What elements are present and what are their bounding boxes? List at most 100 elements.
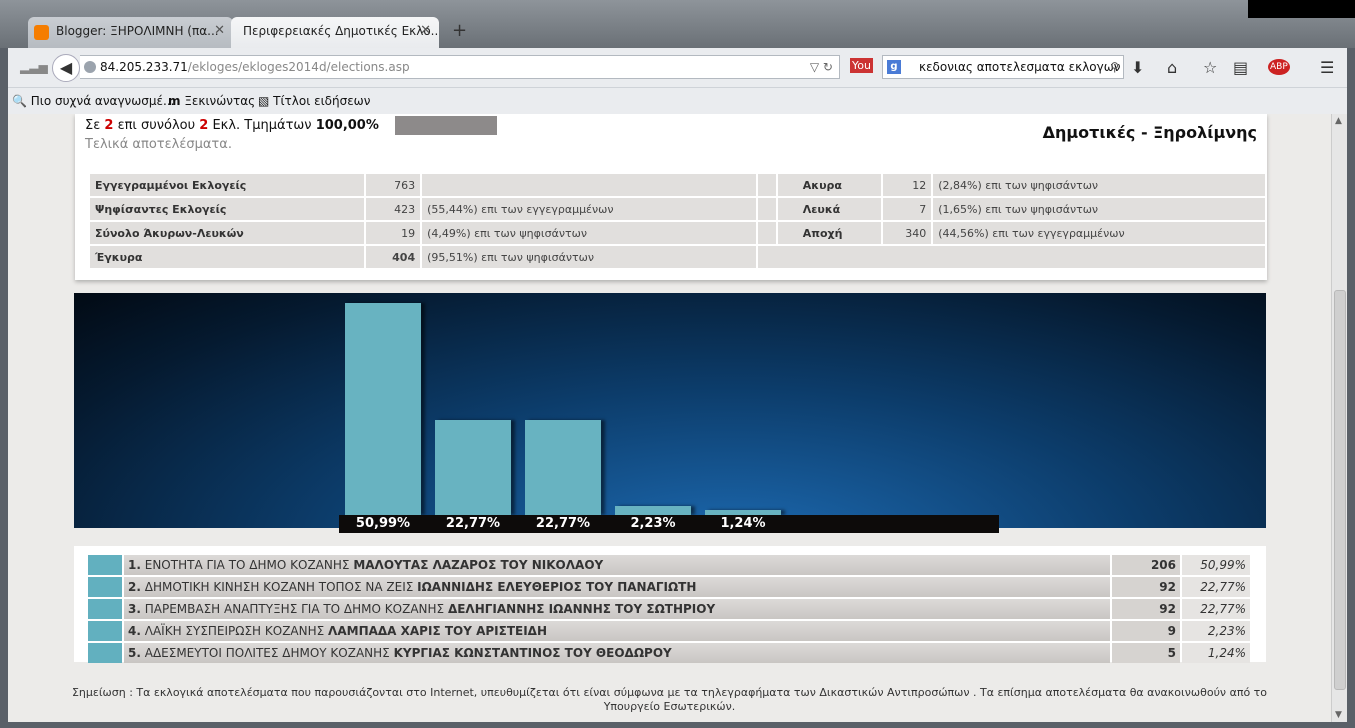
reload-icon[interactable]: ▽ ↻ bbox=[810, 56, 833, 78]
tab-strip: Blogger: ΞΗΡΟΛΙΜΝΗ (πα... ✕ Περιφερειακέ… bbox=[0, 0, 1355, 48]
chart-bar bbox=[525, 420, 601, 515]
color-swatch bbox=[88, 643, 122, 663]
chart-bar bbox=[345, 303, 421, 515]
stat-pct: (95,51%) επι των ψηφισάντων bbox=[422, 246, 756, 268]
youtube-icon[interactable]: You bbox=[850, 58, 873, 73]
google-icon: g bbox=[887, 60, 901, 74]
bar-value-label: 50,99% bbox=[355, 516, 411, 531]
tab-elections[interactable]: Περιφερειακές Δημοτικές Εκλο... ✕ bbox=[231, 17, 439, 48]
stat-label: Σύνολο Άκυρων-Λευκών bbox=[90, 222, 365, 244]
search-text: κεδονιας αποτελεσματα εκλογων bbox=[919, 60, 1121, 74]
party-name: ΕΝΟΤΗΤΑ ΓΙΑ ΤΟ ΔΗΜΟ ΚΟΖΑΝΗΣ bbox=[144, 558, 350, 572]
close-tab-icon[interactable]: ✕ bbox=[420, 23, 431, 38]
tab-title: Blogger: ΞΗΡΟΛΙΜΝΗ (πα... bbox=[56, 24, 219, 38]
bookmark-headlines[interactable]: ▧ Τίτλοι ειδήσεων bbox=[258, 94, 370, 108]
stat-label: Έγκυρα bbox=[90, 246, 365, 268]
stat-value: 7 bbox=[883, 198, 932, 220]
bookmark-label: Πιο συχνά αναγνωσμέ... bbox=[30, 94, 175, 108]
candidate-cell: 5. ΑΔΕΣΜΕΥΤΟΙ ΠΟΛΙΤΕΣ ΔΗΜΟΥ ΚΟΖΑΝΗΣ ΚΥΡΓ… bbox=[124, 643, 1110, 663]
tab-title: Περιφερειακές Δημοτικές Εκλο... bbox=[243, 24, 439, 38]
votes: 9 bbox=[1112, 621, 1180, 641]
bar-value-label: 22,77% bbox=[535, 516, 591, 531]
tab-blogger[interactable]: Blogger: ΞΗΡΟΛΙΜΝΗ (πα... ✕ bbox=[28, 17, 233, 48]
results-panel: 1. ΕΝΟΤΗΤΑ ΓΙΑ ΤΟ ΔΗΜΟ ΚΟΖΑΝΗΣ ΜΑΛΟΥΤΑΣ … bbox=[74, 546, 1266, 663]
candidate-cell: 1. ΕΝΟΤΗΤΑ ΓΙΑ ΤΟ ΔΗΜΟ ΚΟΖΑΝΗΣ ΜΑΛΟΥΤΑΣ … bbox=[124, 555, 1110, 575]
navigation-toolbar: ▂▃▅ ◀ 84.205.233.71/ekloges/ekloges2014d… bbox=[8, 48, 1347, 88]
chart-bar bbox=[435, 420, 511, 515]
stat-pct: (55,44%) επι των εγγεγραμμένων bbox=[422, 198, 756, 220]
count-percent: 100,00% bbox=[315, 118, 379, 133]
candidate-name: ΛΑΜΠΑΔΑ ΧΑΡΙΣ ΤΟΥ ΑΡΙΣΤΕΙΔΗ bbox=[328, 624, 547, 638]
summary-panel: Σε 2 επι συνόλου 2 Εκλ. Τμημάτων 100,00%… bbox=[75, 114, 1267, 280]
result-row: 1. ΕΝΟΤΗΤΑ ΓΙΑ ΤΟ ΔΗΜΟ ΚΟΖΑΝΗΣ ΜΑΛΟΥΤΑΣ … bbox=[88, 555, 1250, 575]
candidate-cell: 4. ΛΑΪΚΗ ΣΥΣΠΕΙΡΩΣΗ ΚΟΖΑΝΗΣ ΛΑΜΠΑΔΑ ΧΑΡΙ… bbox=[124, 621, 1110, 641]
counted-sections: 2 bbox=[104, 118, 114, 133]
back-button[interactable]: ◀ bbox=[52, 54, 80, 82]
search-input[interactable]: g κεδονιας αποτελεσματα εκλογων ⚲ bbox=[882, 55, 1124, 79]
status-text: επι συνόλου bbox=[117, 118, 196, 133]
bar-value-label: 1,24% bbox=[720, 516, 766, 531]
color-swatch bbox=[88, 621, 122, 641]
stats-row: Σύνολο Άκυρων-Λευκών 19 (4,49%) επι των … bbox=[90, 222, 1265, 244]
url-bar[interactable]: 84.205.233.71/ekloges/ekloges2014d/elect… bbox=[80, 55, 840, 79]
scroll-down-icon[interactable]: ▼ bbox=[1335, 710, 1342, 720]
result-row: 2. ΔΗΜΟΤΙΚΗ ΚΙΝΗΣΗ ΚΟΖΑΝΗ ΤΟΠΟΣ ΝΑ ΖΕΙΣ … bbox=[88, 577, 1250, 597]
stats-table: Εγγεγραμμένοι Εκλογείς 763 Ακυρα 12 (2,8… bbox=[88, 172, 1267, 270]
globe-icon bbox=[84, 61, 96, 73]
blogger-icon bbox=[34, 25, 49, 40]
vertical-scrollbar[interactable]: ▲ ▼ bbox=[1331, 114, 1347, 722]
votes: 92 bbox=[1112, 577, 1180, 597]
bookmark-most-visited[interactable]: 🔍 Πιο συχνά αναγνωσμέ... bbox=[12, 94, 174, 108]
bar-value-label: 22,77% bbox=[445, 516, 501, 531]
stat-label: Εγγεγραμμένοι Εκλογείς bbox=[90, 174, 365, 196]
home-icon[interactable]: ⌂ bbox=[1167, 58, 1177, 77]
rank: 5. bbox=[128, 646, 141, 660]
stat-empty bbox=[757, 246, 1265, 268]
rank: 2. bbox=[128, 580, 141, 594]
footnote-line: Σημείωση : Τα εκλογικά αποτελέσματα που … bbox=[71, 686, 1268, 699]
party-name: ΔΗΜΟΤΙΚΗ ΚΙΝΗΣΗ ΚΟΖΑΝΗ ΤΟΠΟΣ ΝΑ ΖΕΙΣ bbox=[144, 580, 414, 594]
scroll-thumb[interactable] bbox=[1334, 290, 1346, 690]
party-name: ΛΑΪΚΗ ΣΥΣΠΕΙΡΩΣΗ ΚΟΖΑΝΗΣ bbox=[144, 624, 325, 638]
vote-percent: 2,23% bbox=[1182, 621, 1250, 641]
progress-bar bbox=[395, 116, 497, 135]
stats-row: Εγγεγραμμένοι Εκλογείς 763 Ακυρα 12 (2,8… bbox=[90, 174, 1265, 196]
party-name: ΑΔΕΣΜΕΥΤΟΙ ΠΟΛΙΤΕΣ ΔΗΜΟΥ ΚΟΖΑΝΗΣ bbox=[144, 646, 390, 660]
color-swatch bbox=[88, 599, 122, 619]
candidate-name: ΜΑΛΟΥΤΑΣ ΛΑΖΑΡΟΣ ΤΟΥ ΝΙΚΟΛΑΟΥ bbox=[353, 558, 604, 572]
result-row: 5. ΑΔΕΣΜΕΥΤΟΙ ΠΟΛΙΤΕΣ ΔΗΜΟΥ ΚΟΖΑΝΗΣ ΚΥΡΓ… bbox=[88, 643, 1250, 663]
window-frame bbox=[0, 722, 1355, 728]
stat-value: 423 bbox=[366, 198, 421, 220]
browser-window: Blogger: ΞΗΡΟΛΙΜΝΗ (πα... ✕ Περιφερειακέ… bbox=[0, 0, 1355, 728]
stat-gap bbox=[757, 174, 776, 196]
candidate-cell: 2. ΔΗΜΟΤΙΚΗ ΚΙΝΗΣΗ ΚΟΖΑΝΗ ΤΟΠΟΣ ΝΑ ΖΕΙΣ … bbox=[124, 577, 1110, 597]
vote-percent: 1,24% bbox=[1182, 643, 1250, 663]
vote-percent: 22,77% bbox=[1182, 577, 1250, 597]
bar-label-strip: 50,99% 22,77% 22,77% 2,23% 1,24% bbox=[339, 515, 999, 533]
candidate-name: ΔΕΛΗΓΙΑΝΝΗΣ ΙΩΑΝΝΗΣ ΤΟΥ ΣΩΤΗΡΙΟΥ bbox=[447, 602, 716, 616]
total-sections: 2 bbox=[199, 118, 209, 133]
close-tab-icon[interactable]: ✕ bbox=[214, 23, 225, 38]
rank: 4. bbox=[128, 624, 141, 638]
new-tab-icon[interactable]: + bbox=[452, 20, 467, 41]
status-text: Σε bbox=[85, 118, 101, 133]
result-row: 4. ΛΑΪΚΗ ΣΥΣΠΕΙΡΩΣΗ ΚΟΖΑΝΗΣ ΛΑΜΠΑΔΑ ΧΑΡΙ… bbox=[88, 621, 1250, 641]
votes: 92 bbox=[1112, 599, 1180, 619]
scroll-up-icon[interactable]: ▲ bbox=[1335, 116, 1342, 126]
download-icon[interactable]: ⬇ bbox=[1131, 58, 1144, 77]
bookmark-getting-started[interactable]: m Ξεκινώντας bbox=[168, 94, 255, 108]
candidate-name: ΙΩΑΝΝΙΔΗΣ ΕΛΕΥΘΕΡΙΟΣ ΤΟΥ ΠΑΝΑΓΙΩΤΗ bbox=[417, 580, 697, 594]
page-title: Δημοτικές - Ξηρολίμνης bbox=[1042, 123, 1257, 142]
stat-pct: (44,56%) επι των εγγεγραμμένων bbox=[933, 222, 1265, 244]
candidate-cell: 3. ΠΑΡΕΜΒΑΣΗ ΑΝΑΠΤΥΞΗΣ ΓΙΑ ΤΟ ΔΗΜΟ ΚΟΖΑΝ… bbox=[124, 599, 1110, 619]
adblock-icon[interactable]: ABP bbox=[1268, 59, 1290, 75]
star-icon[interactable]: ☆ bbox=[1203, 58, 1217, 77]
reading-list-icon[interactable]: ▤ bbox=[1233, 58, 1248, 77]
stat-label: Αποχή bbox=[777, 222, 882, 244]
vote-percent: 50,99% bbox=[1182, 555, 1250, 575]
signal-icon: ▂▃▅ bbox=[20, 60, 48, 74]
bookmark-label: Τίτλοι ειδήσεων bbox=[273, 94, 371, 108]
bar-value-label: 2,23% bbox=[630, 516, 676, 531]
magnifier-icon[interactable]: ⚲ bbox=[1110, 56, 1119, 78]
menu-icon[interactable]: ☰ bbox=[1320, 58, 1334, 77]
